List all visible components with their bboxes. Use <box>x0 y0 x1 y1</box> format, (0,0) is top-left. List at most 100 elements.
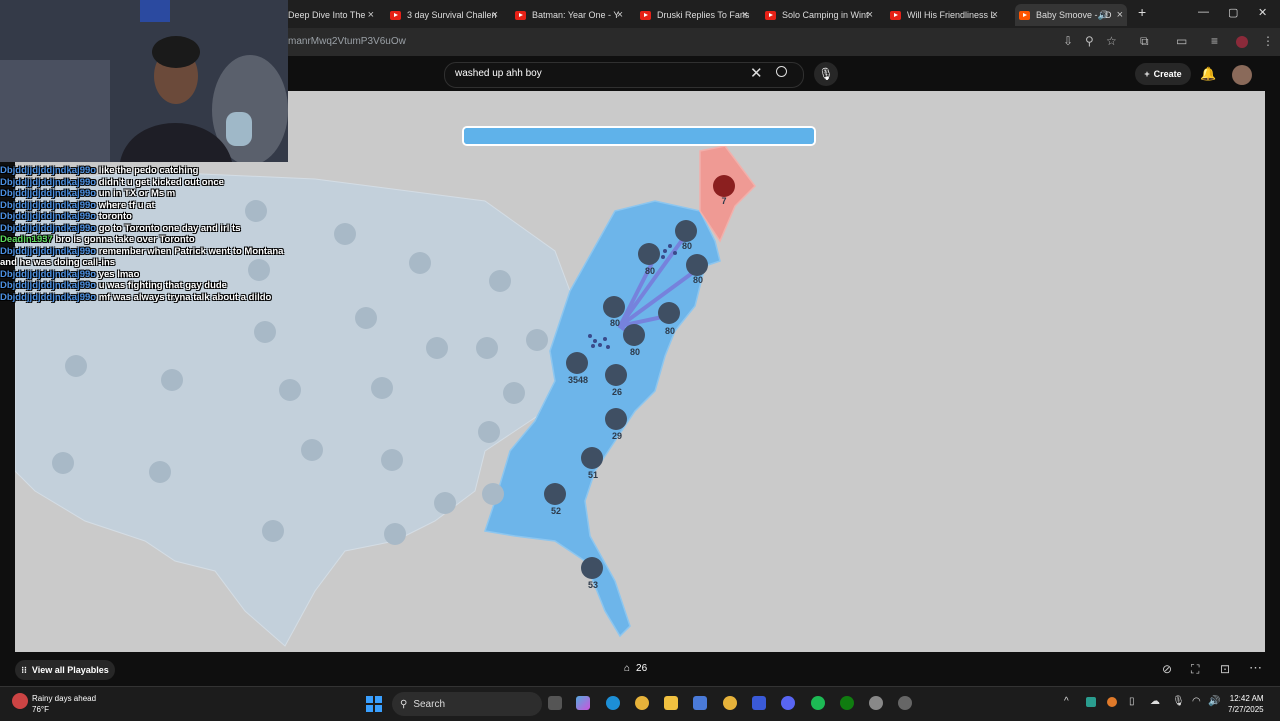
edge-icon[interactable] <box>606 696 620 710</box>
neutral-base <box>371 377 393 399</box>
base-player[interactable]: 3548 <box>566 352 588 385</box>
chat-message: Dbjddjjdjddjndkaj99o toronto <box>0 211 290 223</box>
chat-message: Dbjddjjdjddjndkaj99o u was fighting that… <box>0 280 290 292</box>
taskbar-clock[interactable]: 12:42 AM 7/27/2025 <box>1228 693 1264 715</box>
weather-widget[interactable]: Rainy days ahead 76°F <box>32 693 96 715</box>
onedrive-icon[interactable]: ☁ <box>1150 696 1160 707</box>
browser-tab-active[interactable]: Baby Smoove - I D 🔊 × <box>1015 4 1127 26</box>
troop-dot <box>593 339 597 343</box>
neutral-base <box>161 369 183 391</box>
chat-username: Dbjddjjdjddjndkaj99o <box>0 188 97 199</box>
bookmark-star-icon[interactable]: ☆ <box>1106 34 1117 48</box>
tab-close-icon[interactable]: × <box>368 9 374 21</box>
player-base-marker <box>603 296 625 318</box>
minimize-button[interactable]: — <box>1198 6 1209 18</box>
browser-menu-icon[interactable]: ⋮ <box>1262 34 1274 48</box>
audio-playing-icon[interactable]: 🔊 <box>1098 10 1109 21</box>
neutral-base <box>381 449 403 471</box>
chat-message: Dbjddjjdjddjndkaj99o where tf u at <box>0 200 290 212</box>
save-icon[interactable]: ⊡ <box>1220 662 1230 676</box>
tab-close-icon[interactable]: × <box>1117 9 1123 21</box>
xbox-icon[interactable] <box>840 696 854 710</box>
like-count[interactable]: ⌂ 26 <box>624 663 647 674</box>
neutral-base <box>526 329 548 351</box>
browser-tab[interactable]: Deep Dive Into The × <box>288 4 378 26</box>
search-input[interactable]: washed up ahh boy <box>455 68 542 79</box>
chrome-icon[interactable] <box>635 696 649 710</box>
app-icon[interactable] <box>898 696 912 710</box>
browser-tab[interactable]: 3 day Survival Challen × <box>390 4 502 26</box>
base-troop-count: 26 <box>612 387 622 397</box>
tray-chevron-icon[interactable]: ^ <box>1064 696 1069 707</box>
battery-icon[interactable]: ▯ <box>1129 696 1135 707</box>
tab-close-icon[interactable]: × <box>867 9 873 21</box>
account-avatar[interactable] <box>1232 65 1252 85</box>
chat-text: bro is gonna take over Toronto <box>55 234 195 245</box>
weather-icon[interactable] <box>12 693 28 709</box>
close-window-button[interactable]: ✕ <box>1258 6 1267 19</box>
fullscreen-icon[interactable]: ⛶ <box>1191 662 1199 677</box>
volume-icon[interactable]: 🔊 <box>1208 696 1220 707</box>
microphone-icon[interactable]: 🎙 <box>1172 696 1185 707</box>
create-button[interactable]: + Create <box>1135 63 1191 85</box>
like-count-value: 26 <box>636 663 648 674</box>
task-view-icon[interactable] <box>548 696 562 710</box>
copilot-icon[interactable] <box>576 696 590 710</box>
taskbar-search-label: Search <box>413 698 446 710</box>
tab-close-icon[interactable]: × <box>492 9 498 21</box>
maximize-button[interactable]: ▢ <box>1228 6 1238 19</box>
player-base-marker <box>658 302 680 324</box>
tab-close-icon[interactable]: × <box>992 9 998 21</box>
tray-app-icon[interactable] <box>1086 697 1096 707</box>
voice-search-icon[interactable]: 🎙 <box>814 62 838 86</box>
browser-tab[interactable]: Will His Friendliness L × <box>890 4 1002 26</box>
browser-tab[interactable]: Batman: Year One - Y × <box>515 4 627 26</box>
profile-avatar-icon[interactable] <box>1236 36 1248 48</box>
mute-icon[interactable]: ⊘ <box>1162 662 1172 676</box>
chat-username: Deadin1937 <box>0 234 53 245</box>
tray-app-icon[interactable] <box>1107 697 1117 707</box>
base-troop-count: 53 <box>588 580 598 590</box>
cast-icon[interactable]: ▭ <box>1176 34 1187 48</box>
taskbar-search[interactable]: ⚲ Search <box>392 692 542 716</box>
clear-search-icon[interactable]: ✕ <box>750 64 763 82</box>
chrome-active-icon[interactable] <box>723 696 737 710</box>
troop-dot <box>591 344 595 348</box>
weather-temp: 76°F <box>32 705 49 714</box>
windows-logo <box>366 696 382 712</box>
browser-tab[interactable]: Druski Replies To Fans × <box>640 4 752 26</box>
browser-tab[interactable]: Solo Camping in Wint × <box>765 4 877 26</box>
address-bar-url[interactable]: manrMwq2VtumP3V6uOw <box>288 36 406 47</box>
player-base-marker <box>605 408 627 430</box>
view-all-playables-button[interactable]: ⁝⁝ View all Playables <box>15 660 115 680</box>
tab-title: Batman: Year One - Y <box>532 10 620 20</box>
more-options-icon[interactable]: ⋯ <box>1249 660 1262 676</box>
wifi-icon[interactable]: ◠ <box>1192 696 1201 707</box>
chat-username: Dbjddjjdjddjndkaj99o <box>0 165 97 176</box>
app-icon[interactable] <box>869 696 883 710</box>
windows-start-icon[interactable] <box>366 696 382 712</box>
neutral-base <box>503 382 525 404</box>
discord-icon[interactable] <box>781 696 795 710</box>
tab-search-icon[interactable]: ≡ <box>1211 34 1218 48</box>
troop-dot <box>668 244 672 248</box>
spotify-icon[interactable] <box>811 696 825 710</box>
troop-dot <box>598 343 602 347</box>
search-icon[interactable] <box>776 66 787 77</box>
chat-text: yes lmao <box>98 268 140 280</box>
new-tab-button[interactable]: + <box>1138 4 1146 20</box>
player-base-marker <box>581 557 603 579</box>
room-shelf <box>0 60 110 162</box>
notifications-bell-icon[interactable]: 🔔 <box>1200 66 1216 82</box>
chat-text: like the pedo catching <box>98 165 199 176</box>
neutral-base <box>301 439 323 461</box>
app-icon[interactable] <box>752 696 766 710</box>
tab-close-icon[interactable]: × <box>617 9 623 21</box>
zoom-icon[interactable]: ⚲ <box>1085 34 1094 48</box>
tab-close-icon[interactable]: × <box>742 9 748 21</box>
file-explorer-icon[interactable] <box>664 696 678 710</box>
store-icon[interactable] <box>693 696 707 710</box>
extensions-icon[interactable]: ⧉ <box>1140 34 1149 49</box>
install-app-icon[interactable]: ⇩ <box>1063 34 1073 48</box>
base-troop-count: 80 <box>682 241 692 251</box>
